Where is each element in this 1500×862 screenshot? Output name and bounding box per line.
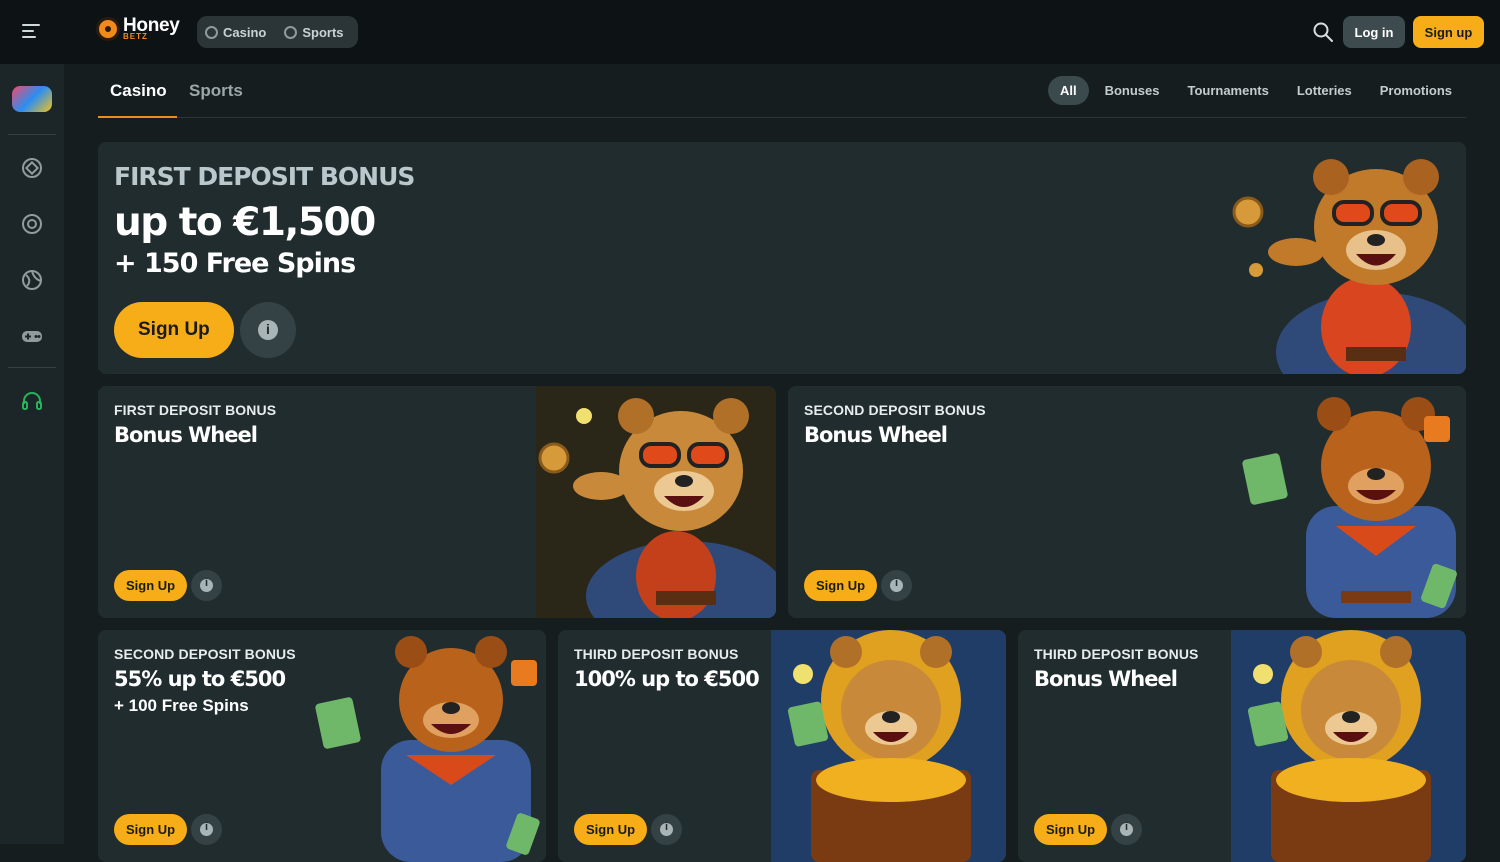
card-overline: SECOND DEPOSIT BONUS bbox=[114, 646, 296, 662]
card-overline: SECOND DEPOSIT BONUS bbox=[804, 402, 986, 418]
filter-bonuses[interactable]: Bonuses bbox=[1091, 76, 1174, 105]
bear-mascot-illustration bbox=[311, 630, 546, 862]
top-bar: Honey BETZ Casino Sports Log in Sign up bbox=[0, 0, 1500, 64]
promo-icon[interactable] bbox=[12, 86, 52, 112]
bear-mascot-illustration bbox=[1226, 142, 1466, 374]
card-signup-button[interactable]: Sign Up bbox=[574, 814, 648, 845]
support-headset-icon[interactable] bbox=[21, 390, 43, 412]
hero-headline: up to €1,500 bbox=[114, 200, 376, 245]
hero-signup-button[interactable]: Sign Up bbox=[114, 302, 234, 358]
product-switch: Casino Sports bbox=[197, 16, 358, 48]
tab-casino[interactable]: Casino bbox=[110, 81, 167, 101]
signup-button[interactable]: Sign up bbox=[1413, 16, 1484, 48]
hero-bonus-card: FIRST DEPOSIT BONUS up to €1,500 + 150 F… bbox=[98, 142, 1466, 374]
menu-icon[interactable] bbox=[22, 24, 40, 40]
bear-mascot-illustration bbox=[536, 386, 776, 618]
info-icon[interactable] bbox=[1111, 814, 1142, 845]
bonus-card: THIRD DEPOSIT BONUS Bonus Wheel Sign Up bbox=[1018, 630, 1466, 862]
chip-icon bbox=[205, 25, 218, 39]
card-overline: THIRD DEPOSIT BONUS bbox=[574, 646, 739, 662]
bear-logo-icon bbox=[96, 16, 120, 41]
info-icon[interactable] bbox=[191, 814, 222, 845]
filter-tournaments[interactable]: Tournaments bbox=[1173, 76, 1282, 105]
section-tabs: Casino Sports All Bonuses Tournaments Lo… bbox=[98, 64, 1466, 118]
gamepad-icon[interactable] bbox=[21, 325, 43, 347]
sports-ball-icon[interactable] bbox=[21, 269, 43, 291]
bear-mascot-illustration bbox=[1226, 386, 1466, 618]
login-button[interactable]: Log in bbox=[1343, 16, 1405, 48]
sidebar-divider bbox=[8, 367, 56, 368]
bonus-card: SECOND DEPOSIT BONUS Bonus Wheel Sign Up bbox=[788, 386, 1466, 618]
card-headline: 100% up to €500 bbox=[574, 667, 760, 691]
info-icon[interactable] bbox=[651, 814, 682, 845]
card-signup-button[interactable]: Sign Up bbox=[1034, 814, 1108, 845]
bear-mascot-illustration bbox=[1231, 630, 1466, 862]
filter-pills: All Bonuses Tournaments Lotteries Promot… bbox=[1047, 76, 1466, 105]
bonus-card: THIRD DEPOSIT BONUS 100% up to €500 Sign… bbox=[558, 630, 1006, 862]
switch-casino-label: Casino bbox=[223, 24, 267, 40]
card-signup-button[interactable]: Sign Up bbox=[114, 570, 188, 601]
card-overline: FIRST DEPOSIT BONUS bbox=[114, 402, 277, 418]
card-headline: Bonus Wheel bbox=[804, 423, 948, 447]
info-icon[interactable] bbox=[881, 570, 912, 601]
card-headline: Bonus Wheel bbox=[114, 423, 258, 447]
tab-sports[interactable]: Sports bbox=[189, 81, 243, 101]
switch-sports[interactable]: Sports bbox=[284, 24, 344, 40]
live-casino-icon[interactable] bbox=[21, 213, 43, 235]
filter-all[interactable]: All bbox=[1047, 76, 1089, 105]
casino-chip-icon[interactable] bbox=[21, 157, 43, 179]
bear-mascot-illustration bbox=[771, 630, 1006, 862]
filter-promotions[interactable]: Promotions bbox=[1366, 76, 1466, 105]
hero-subline: + 150 Free Spins bbox=[114, 248, 356, 279]
search-icon[interactable] bbox=[1313, 22, 1333, 42]
bonus-card: FIRST DEPOSIT BONUS Bonus Wheel Sign Up bbox=[98, 386, 776, 618]
switch-sports-label: Sports bbox=[302, 24, 344, 40]
active-tab-underline bbox=[98, 116, 177, 118]
card-signup-button[interactable]: Sign Up bbox=[804, 570, 878, 601]
filter-lotteries[interactable]: Lotteries bbox=[1283, 76, 1366, 105]
switch-casino[interactable]: Casino bbox=[205, 25, 266, 40]
sidebar bbox=[0, 64, 64, 844]
bonus-card: SECOND DEPOSIT BONUS 55% up to €500 + 10… bbox=[98, 630, 546, 862]
card-headline: 55% up to €500 bbox=[114, 667, 286, 691]
ball-icon bbox=[284, 25, 298, 39]
info-icon[interactable] bbox=[240, 302, 296, 358]
sidebar-divider bbox=[8, 134, 56, 135]
brand-logo[interactable]: Honey BETZ bbox=[96, 16, 180, 41]
info-icon[interactable] bbox=[191, 570, 222, 601]
hero-overline: FIRST DEPOSIT BONUS bbox=[114, 162, 415, 191]
card-headline: Bonus Wheel bbox=[1034, 667, 1178, 691]
card-subline: + 100 Free Spins bbox=[114, 696, 249, 715]
card-signup-button[interactable]: Sign Up bbox=[114, 814, 188, 845]
card-overline: THIRD DEPOSIT BONUS bbox=[1034, 646, 1199, 662]
